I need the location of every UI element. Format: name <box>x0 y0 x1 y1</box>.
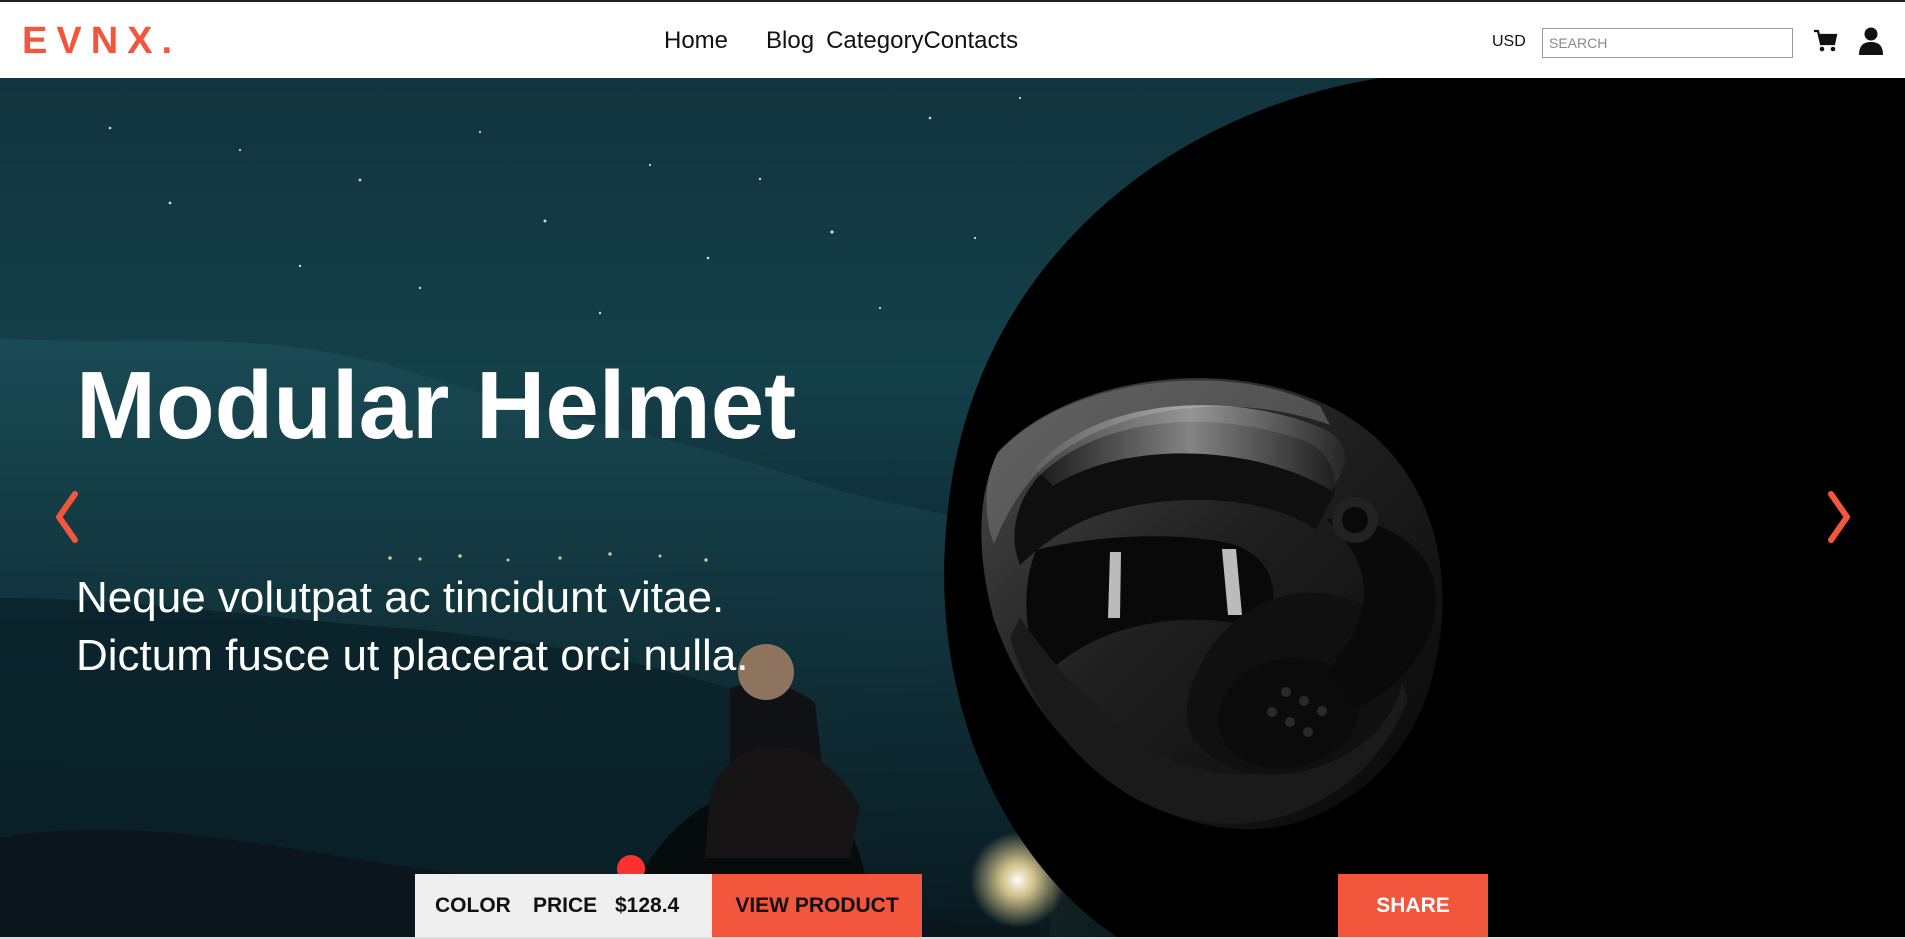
price-value: $128.4 <box>615 893 680 917</box>
chevron-right-icon[interactable] <box>1822 488 1856 546</box>
view-product-button[interactable]: VIEW PRODUCT <box>712 874 922 937</box>
cart-icon[interactable] <box>1812 28 1838 54</box>
nav-blog[interactable]: Blog <box>766 27 814 55</box>
user-icon[interactable] <box>1858 26 1884 56</box>
chevron-left-icon[interactable] <box>50 488 84 546</box>
hero-subtitle-line-1: Neque volutpat ac tincidunt vitae. <box>76 573 725 622</box>
top-navigation: EVNX. Home Blog Category Contacts USD <box>0 0 1905 78</box>
main-navigation: Home Blog Category Contacts <box>664 27 1018 55</box>
nav-home[interactable]: Home <box>664 27 728 55</box>
nav-category[interactable]: Category <box>826 27 923 55</box>
share-button[interactable]: SHARE <box>1338 874 1488 937</box>
hero-subtitle: Neque volutpat ac tincidunt vitae. Dictu… <box>76 569 836 685</box>
hero-title: Modular Helmet <box>76 352 797 459</box>
price-label: PRICE <box>533 893 598 917</box>
color-label[interactable]: COLOR <box>415 874 533 937</box>
product-info-bar: COLOR PRICE $128.4 VIEW PRODUCT <box>415 874 922 937</box>
search-input[interactable] <box>1542 28 1793 58</box>
nav-contacts[interactable]: Contacts <box>923 27 1018 55</box>
currency-selector[interactable]: USD <box>1492 33 1526 51</box>
hero-slider: Modular Helmet Neque volutpat ac tincidu… <box>0 78 1905 939</box>
page: EVNX. Home Blog Category Contacts USD SE… <box>0 0 1905 939</box>
hero-subtitle-line-2: Dictum fusce ut placerat orci nulla. <box>76 631 749 680</box>
helmet-icon <box>981 378 1443 830</box>
logo[interactable]: EVNX. <box>22 20 181 63</box>
